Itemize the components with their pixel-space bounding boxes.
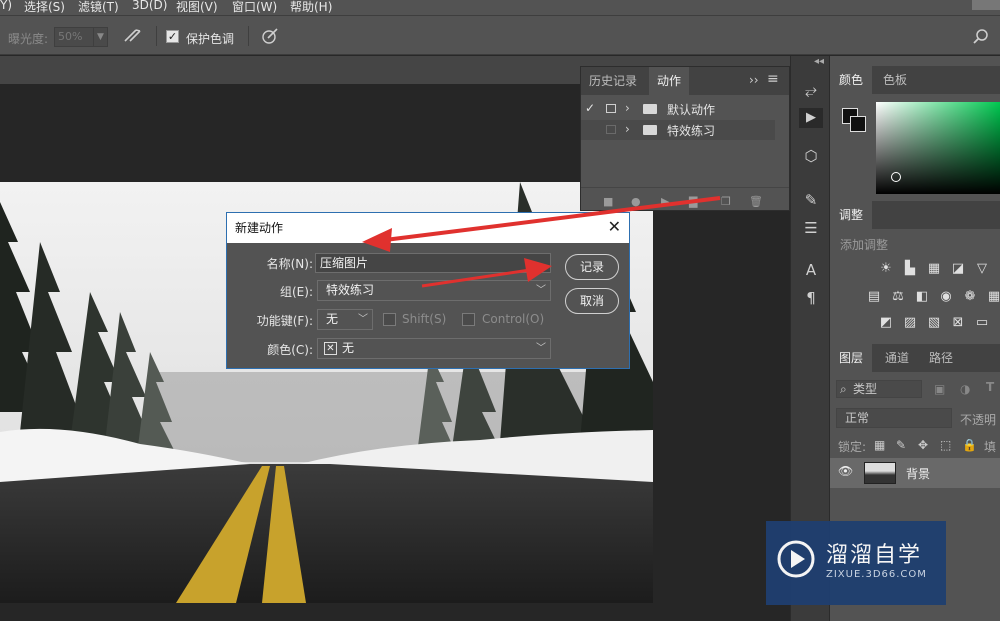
- arrow-to-title-head: [362, 228, 392, 252]
- watermark-brand: 溜溜自学: [826, 543, 923, 568]
- watermark-url: ZIXUE.3D66.COM: [826, 569, 927, 580]
- arrow-to-record-head: [524, 258, 552, 282]
- arrow-to-title-line: [384, 196, 721, 242]
- watermark-logo: 溜溜自学 ZIXUE.3D66.COM: [766, 521, 946, 605]
- play-logo-icon: [777, 540, 815, 578]
- arrow-to-record-line: [421, 268, 531, 288]
